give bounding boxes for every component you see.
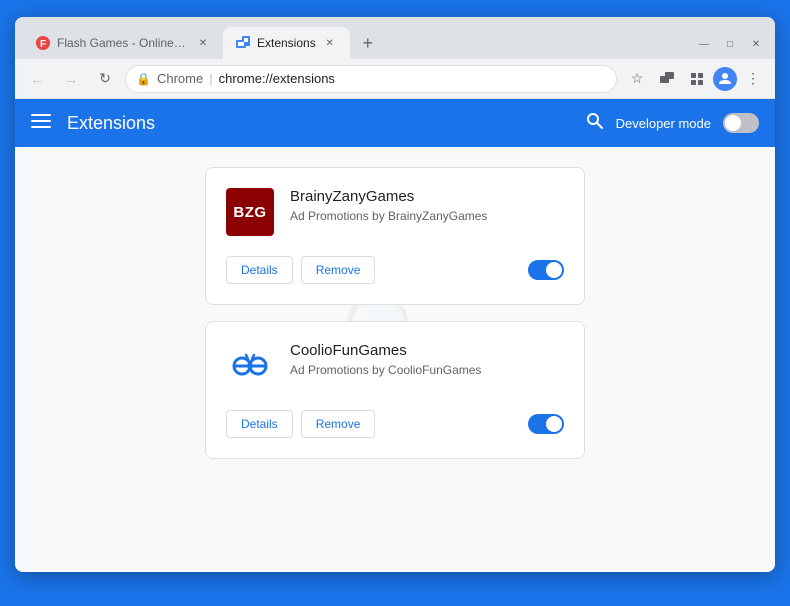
tab-flash-games-close[interactable]: ✕ — [195, 35, 211, 51]
address-site-name: Chrome — [157, 71, 203, 86]
bzg-name: BrainyZanyGames — [290, 188, 564, 205]
address-bar[interactable]: 🔒 Chrome | chrome://extensions — [125, 65, 617, 93]
svg-text:F: F — [40, 39, 46, 50]
close-button[interactable]: ✕ — [749, 37, 763, 51]
bzg-card-footer: Details Remove — [226, 256, 564, 284]
maximize-button[interactable]: □ — [723, 37, 737, 51]
coolio-remove-button[interactable]: Remove — [301, 410, 376, 438]
coolio-card-buttons: Details Remove — [226, 410, 375, 438]
bzg-card-header: BZG BrainyZanyGames Ad Promotions by Bra… — [226, 188, 564, 236]
coolio-toggle-knob — [546, 416, 562, 432]
coolio-description: Ad Promotions by CoolioFunGames — [290, 363, 564, 377]
hamburger-menu-icon[interactable] — [31, 111, 51, 136]
coolio-info: CoolioFunGames Ad Promotions by CoolioFu… — [290, 342, 564, 377]
nav-actions: ☆ ⋮ — [623, 65, 767, 93]
extensions-content: 🔍 fish.com BZG BrainyZanyGames Ad Promot… — [15, 147, 775, 572]
extension-card-bzg: BZG BrainyZanyGames Ad Promotions by Bra… — [205, 167, 585, 305]
address-separator: | — [209, 71, 212, 86]
puzzle-icon-nav[interactable] — [683, 65, 711, 93]
extension-card-coolio: CoolioFunGames Ad Promotions by CoolioFu… — [205, 321, 585, 459]
tab-extensions[interactable]: Extensions ✕ — [223, 27, 350, 59]
title-bar: F Flash Games - Online Flash Gam ✕ Exten… — [15, 17, 775, 59]
secure-icon: 🔒 — [136, 72, 151, 86]
address-url: chrome://extensions — [219, 71, 335, 86]
tab-extensions-title: Extensions — [257, 36, 316, 50]
extensions-icon-nav[interactable] — [653, 65, 681, 93]
bookmark-button[interactable]: ☆ — [623, 65, 651, 93]
header-actions: Developer mode — [586, 112, 759, 135]
navigation-bar: ← → ↻ 🔒 Chrome | chrome://extensions ☆ — [15, 59, 775, 99]
bzg-info: BrainyZanyGames Ad Promotions by BrainyZ… — [290, 188, 564, 223]
reload-button[interactable]: ↻ — [91, 65, 119, 93]
profile-avatar[interactable] — [713, 67, 737, 91]
developer-mode-toggle[interactable] — [723, 113, 759, 133]
bzg-toggle-knob — [546, 262, 562, 278]
coolio-name: CoolioFunGames — [290, 342, 564, 359]
back-button: ← — [23, 65, 51, 93]
forward-button: → — [57, 65, 85, 93]
tabs-area: F Flash Games - Online Flash Gam ✕ Exten… — [23, 27, 697, 59]
bzg-description: Ad Promotions by BrainyZanyGames — [290, 209, 564, 223]
browser-window: F Flash Games - Online Flash Gam ✕ Exten… — [15, 17, 775, 572]
coolio-card-footer: Details Remove — [226, 410, 564, 438]
window-controls: — □ ✕ — [697, 37, 767, 59]
new-tab-button[interactable]: + — [354, 29, 382, 57]
extensions-page-title: Extensions — [67, 113, 570, 134]
coolio-details-button[interactable]: Details — [226, 410, 293, 438]
coolio-icon — [226, 342, 274, 390]
search-extensions-button[interactable] — [586, 112, 604, 135]
tab-flash-games-title: Flash Games - Online Flash Gam — [57, 36, 189, 50]
bzg-remove-button[interactable]: Remove — [301, 256, 376, 284]
bzg-card-buttons: Details Remove — [226, 256, 375, 284]
menu-button[interactable]: ⋮ — [739, 65, 767, 93]
developer-mode-label: Developer mode — [616, 116, 711, 131]
bzg-icon: BZG — [226, 188, 274, 236]
minimize-button[interactable]: — — [697, 37, 711, 51]
extensions-header: Extensions Developer mode — [15, 99, 775, 147]
tab-extensions-close[interactable]: ✕ — [322, 35, 338, 51]
extensions-favicon — [235, 35, 251, 51]
coolio-card-header: CoolioFunGames Ad Promotions by CoolioFu… — [226, 342, 564, 390]
coolio-toggle[interactable] — [528, 414, 564, 434]
flash-games-favicon: F — [35, 35, 51, 51]
bzg-icon-text: BZG — [233, 204, 266, 221]
bzg-details-button[interactable]: Details — [226, 256, 293, 284]
tab-flash-games[interactable]: F Flash Games - Online Flash Gam ✕ — [23, 27, 223, 59]
developer-mode-toggle-knob — [725, 115, 741, 131]
bzg-toggle[interactable] — [528, 260, 564, 280]
